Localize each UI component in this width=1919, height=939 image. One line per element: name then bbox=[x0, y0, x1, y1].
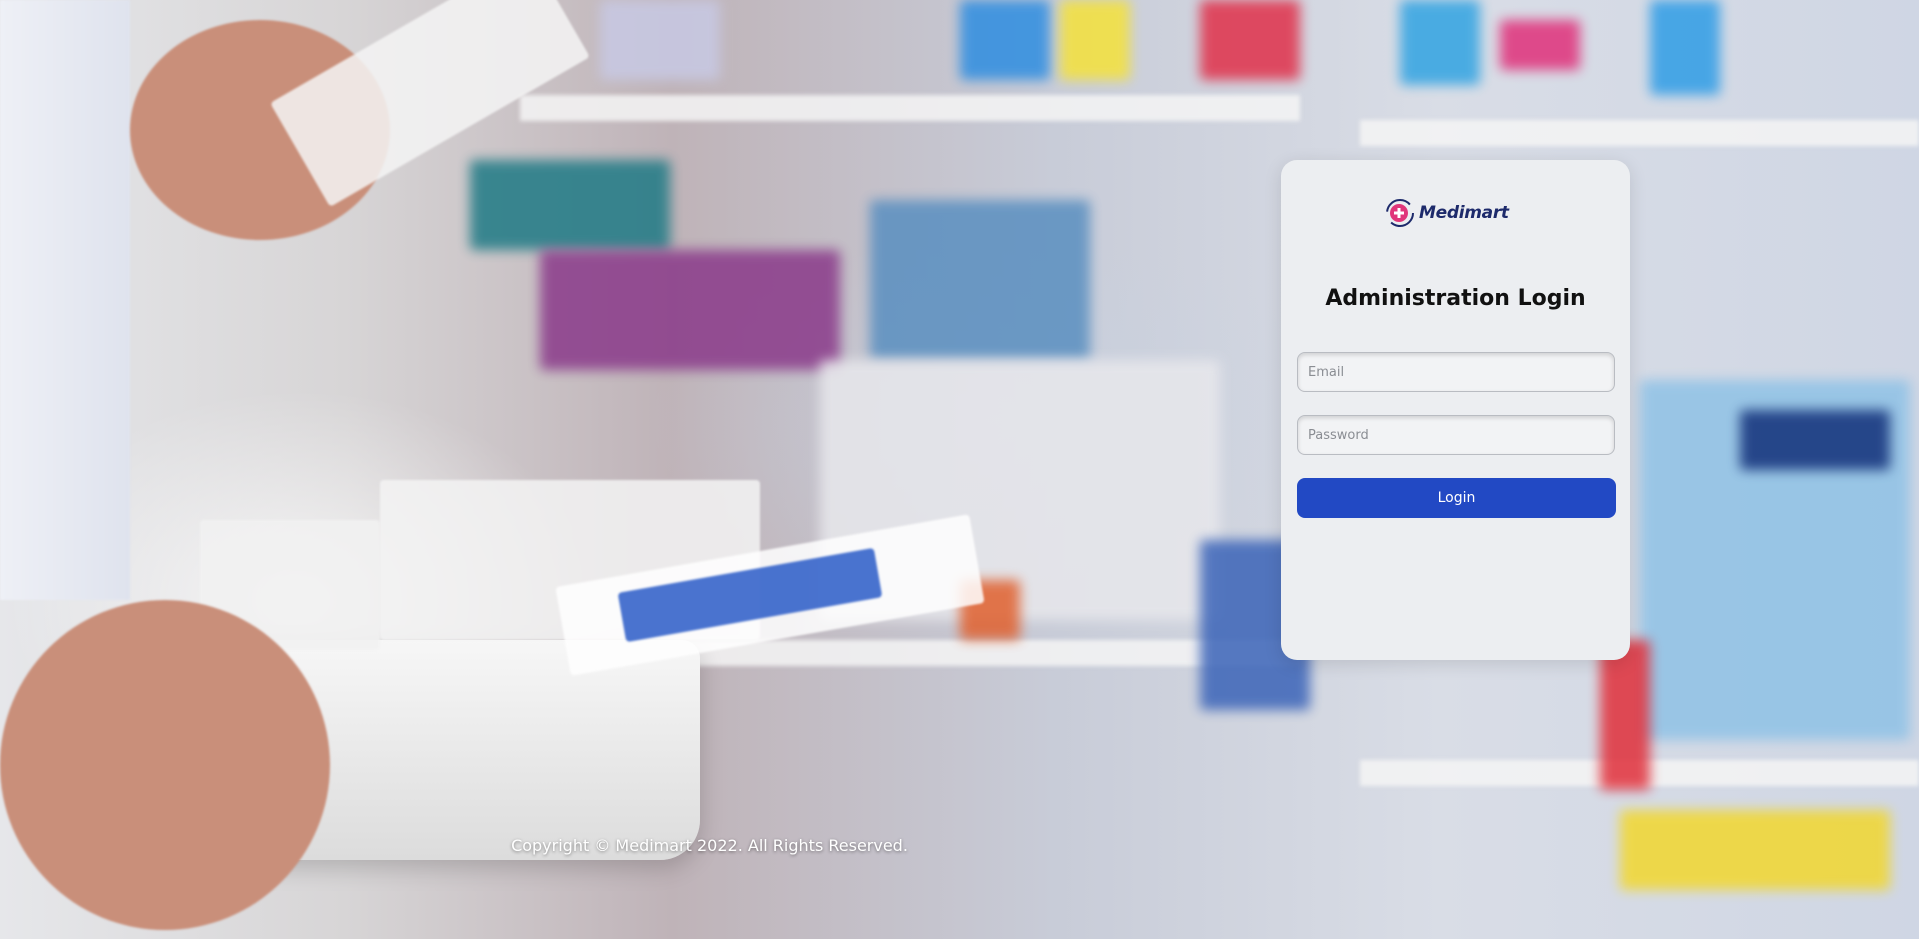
product-box bbox=[870, 200, 1090, 360]
product-box bbox=[1200, 0, 1300, 80]
shelf bbox=[520, 95, 1300, 121]
copyright-footer: Copyright © Medimart 2022. All Rights Re… bbox=[511, 836, 908, 855]
product-box bbox=[1500, 20, 1580, 70]
brand-name: Medimart bbox=[1419, 203, 1509, 223]
medimart-cross-swoosh-icon bbox=[1385, 198, 1415, 228]
page-title: Administration Login bbox=[1325, 286, 1586, 311]
product-box bbox=[600, 0, 720, 80]
brand-logo: Medimart bbox=[1385, 198, 1509, 228]
product-box bbox=[1060, 0, 1130, 80]
product-box bbox=[470, 160, 670, 250]
login-card: Medimart Administration Login Login bbox=[1281, 160, 1630, 660]
product-box bbox=[540, 250, 840, 370]
product-box bbox=[1600, 640, 1650, 790]
email-field[interactable] bbox=[1297, 352, 1615, 392]
product-box bbox=[1650, 0, 1720, 95]
product-box bbox=[960, 0, 1050, 80]
hand bbox=[0, 600, 330, 930]
background-pharmacy-photo bbox=[0, 0, 1919, 939]
password-field[interactable] bbox=[1297, 415, 1615, 455]
login-button[interactable]: Login bbox=[1297, 478, 1616, 518]
pharmacist-coat bbox=[0, 0, 130, 600]
shelf bbox=[1360, 120, 1919, 146]
product-box bbox=[1740, 410, 1890, 470]
product-box bbox=[1400, 0, 1480, 85]
